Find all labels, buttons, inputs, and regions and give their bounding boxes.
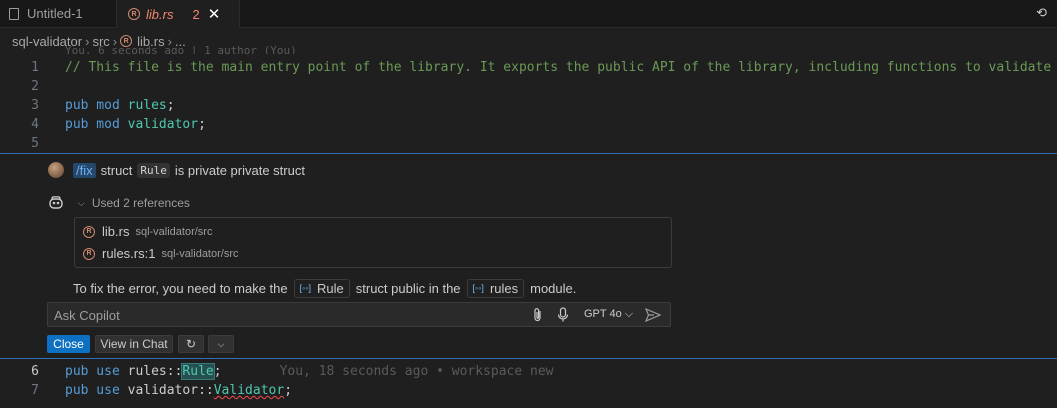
- code-line[interactable]: 2: [0, 77, 1057, 96]
- response-text: struct public in the: [355, 280, 461, 296]
- line-number: 1: [31, 60, 39, 75]
- slash-command: /fix: [73, 163, 96, 178]
- ask-copilot-box: GPT 4o ⌵: [47, 302, 671, 327]
- code-line[interactable]: 3 pub mod rules;: [0, 96, 1057, 115]
- code-punct: ;: [166, 98, 175, 113]
- reference-name: rules.rs:1: [102, 246, 156, 261]
- references-list: R lib.rs sql-validator/src R rules.rs:1 …: [74, 217, 672, 268]
- response-text: To fix the error, you need to make the: [73, 280, 288, 296]
- code-module-name: validator: [127, 117, 199, 132]
- code-line[interactable]: 6 pub use rules::Rule; You, 18 seconds ag…: [0, 362, 1057, 381]
- close-icon[interactable]: ✕: [208, 5, 221, 23]
- references-label: Used 2 references: [91, 196, 190, 210]
- code-punct: ;: [213, 364, 222, 379]
- code-module-name: rules: [127, 98, 167, 113]
- chevron-down-icon: ⌵: [78, 197, 85, 208]
- line-number: 5: [31, 136, 39, 151]
- code-keyword: pub use: [65, 364, 128, 379]
- tab-label: Untitled-1: [27, 6, 83, 21]
- ask-copilot-input[interactable]: [54, 306, 514, 324]
- tab-untitled-1[interactable]: Untitled-1: [0, 0, 117, 27]
- reference-name: lib.rs: [102, 224, 130, 239]
- struct-symbol-icon: [◦◦]: [299, 283, 312, 293]
- response-text: module.: [530, 280, 577, 296]
- code-type-name-error: Validator: [213, 383, 285, 398]
- reference-path: sql-validator/src: [161, 247, 239, 260]
- request-text: is private private struct: [174, 163, 305, 178]
- code-keyword: pub mod: [65, 117, 128, 132]
- tab-label: lib.rs: [146, 6, 174, 22]
- close-button[interactable]: Close: [47, 335, 90, 353]
- rust-file-icon: R: [128, 8, 140, 20]
- code-punct: ;: [198, 117, 206, 132]
- code-module-path: rules: [127, 364, 167, 379]
- microphone-icon[interactable]: [557, 307, 569, 323]
- reference-item[interactable]: R lib.rs sql-validator/src: [83, 224, 212, 239]
- model-picker[interactable]: GPT 4o ⌵: [584, 308, 633, 321]
- code-punct: ::: [198, 383, 214, 398]
- chat-request: /fix struct Rule is private private stru…: [73, 162, 305, 179]
- codelens-blame: You, 6 seconds ago | 1 author (You): [65, 46, 297, 54]
- inline-chat-border-top: [0, 153, 1057, 154]
- chat-response: To fix the error, you need to make the […: [73, 278, 576, 298]
- rust-file-icon: R: [83, 247, 95, 260]
- symbol-name: Rule: [317, 280, 344, 296]
- rust-file-icon: R: [83, 225, 95, 238]
- tab-lib-rs[interactable]: R lib.rs 2 ✕: [117, 0, 240, 28]
- send-icon[interactable]: [645, 308, 661, 322]
- used-references-toggle[interactable]: ⌵ Used 2 references: [78, 196, 190, 210]
- tab-bar: Untitled-1 R lib.rs 2 ✕ ⟲: [0, 0, 1057, 28]
- reference-path: sql-validator/src: [135, 225, 213, 238]
- reference-item[interactable]: R rules.rs:1 sql-validator/src: [83, 246, 239, 261]
- line-number: 7: [31, 383, 39, 398]
- view-in-chat-button[interactable]: View in Chat: [95, 335, 173, 353]
- code-comment: // This file is the main entry point of …: [65, 60, 1057, 75]
- copilot-icon: [49, 196, 63, 209]
- line-number: 4: [31, 117, 39, 132]
- symbol-link-rule[interactable]: [◦◦] Rule: [293, 278, 350, 298]
- code-line[interactable]: 5: [0, 134, 1057, 153]
- code-keyword: pub mod: [65, 98, 128, 113]
- file-icon: [9, 7, 19, 20]
- user-avatar: [48, 162, 64, 178]
- line-number: 2: [31, 79, 39, 94]
- module-symbol-icon: [◦◦]: [472, 283, 484, 293]
- code-punct: ;: [284, 383, 293, 398]
- symbol-link-rules[interactable]: [◦◦] rules: [466, 278, 525, 298]
- history-icon[interactable]: ⟲: [1036, 5, 1047, 21]
- problems-count: 2: [192, 6, 200, 22]
- code-punct: ::: [166, 364, 183, 379]
- code-line[interactable]: 7 pub use validator::Validator;: [0, 381, 1057, 400]
- request-text: struct: [100, 163, 133, 178]
- chevron-down-icon[interactable]: ⌵: [208, 335, 234, 353]
- code-keyword: pub use: [65, 383, 128, 398]
- line-number: 6: [31, 364, 39, 379]
- code-module-path: validator: [127, 383, 199, 398]
- inline-code: Rule: [137, 163, 170, 178]
- inline-blame: You, 18 seconds ago • workspace new: [279, 364, 554, 379]
- symbol-name: rules: [489, 280, 519, 296]
- line-number: 3: [31, 98, 39, 113]
- code-line[interactable]: 1 // This file is the main entry point o…: [0, 58, 1057, 77]
- code-type-name: Rule: [181, 363, 215, 380]
- attach-icon[interactable]: [532, 307, 544, 323]
- code-line[interactable]: 4 pub mod validator;: [0, 115, 1057, 134]
- rerun-icon[interactable]: ↻: [178, 335, 204, 353]
- inline-chat-border-bottom: [0, 358, 1057, 359]
